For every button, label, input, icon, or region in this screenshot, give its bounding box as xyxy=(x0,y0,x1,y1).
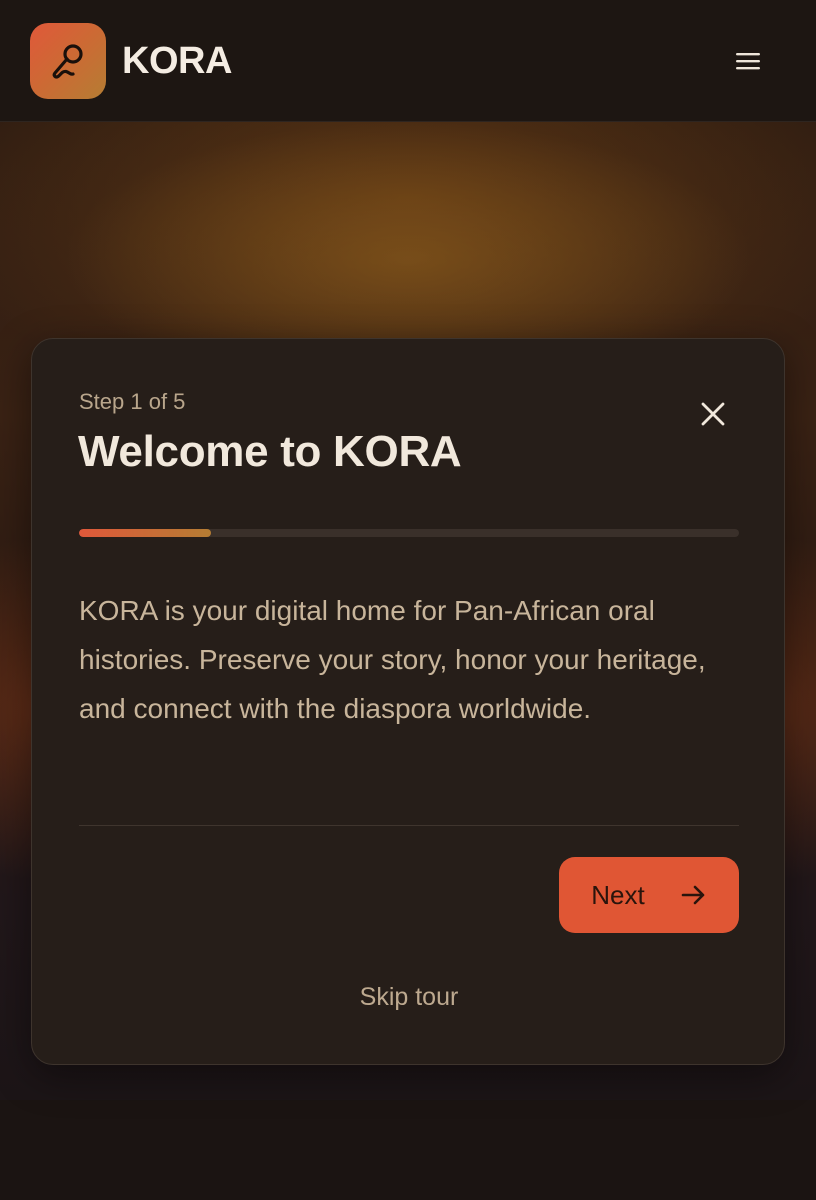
app-logo[interactable] xyxy=(30,23,106,99)
tour-progress-fill xyxy=(79,529,211,537)
dialog-body: KORA is your digital home for Pan-Africa… xyxy=(79,595,706,724)
menu-button[interactable] xyxy=(724,38,772,84)
skip-tour-link[interactable]: Skip tour xyxy=(32,983,786,1012)
divider xyxy=(79,825,739,826)
close-icon xyxy=(701,402,725,426)
arrow-right-icon xyxy=(681,885,705,905)
step-indicator: Step 1 of 5 xyxy=(79,389,186,414)
close-button[interactable] xyxy=(690,391,736,437)
hamburger-menu-icon xyxy=(736,53,760,70)
onboarding-tour-dialog: Step 1 of 5 Welcome to KORA KORA is your… xyxy=(31,338,785,1065)
tour-progress-bar xyxy=(79,529,739,537)
brand-name: KORA xyxy=(122,40,232,82)
next-button[interactable]: Next xyxy=(559,857,739,933)
microphone-icon xyxy=(52,44,83,79)
next-button-label: Next xyxy=(591,879,645,910)
page-footer-band xyxy=(0,1100,816,1200)
app-header: KORA xyxy=(0,0,816,122)
dialog-title: Welcome to KORA xyxy=(78,427,462,476)
